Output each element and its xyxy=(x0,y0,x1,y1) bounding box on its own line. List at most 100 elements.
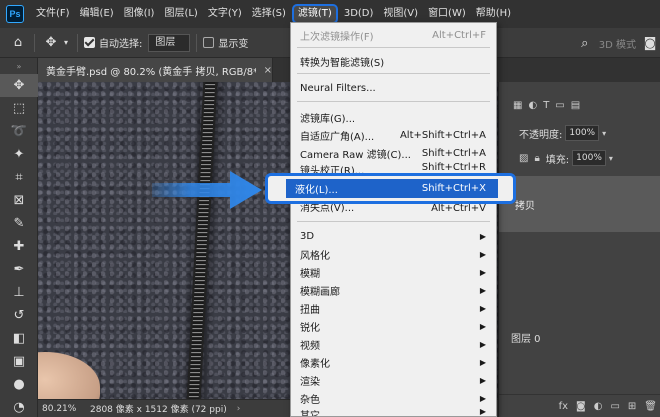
layer-row-copy[interactable]: 拷贝 xyxy=(499,176,660,232)
menu-file[interactable]: 文件(F) xyxy=(32,4,74,24)
fill-label: 填充: xyxy=(545,154,570,166)
layers-panel-footer: fx ◙ ◐ ▭ ⊞ 🗑︎ xyxy=(499,394,660,417)
menu-view[interactable]: 视图(V) xyxy=(379,4,422,24)
auto-select-checkbox[interactable] xyxy=(84,37,95,48)
menu-help[interactable]: 帮助(H) xyxy=(472,4,515,24)
magic-wand-tool-icon[interactable]: ✦ xyxy=(0,143,38,166)
zoom-level[interactable]: 80.21% xyxy=(42,404,84,414)
opacity-row: 不透明度: 100% ▾ xyxy=(499,125,660,141)
menu-3d[interactable]: 3D(D) xyxy=(340,4,378,24)
submenu-arrow-icon: ▶ xyxy=(479,249,486,259)
blur-tool-icon[interactable]: ● xyxy=(0,373,38,396)
auto-select-dropdown[interactable]: 图层 xyxy=(148,33,191,52)
stamp-tool-icon[interactable]: ⊥ xyxy=(0,281,38,304)
type-filter-icon[interactable]: T xyxy=(543,100,549,111)
menu-divider xyxy=(297,73,490,74)
fill-row: ▨ 🔒︎ 填充: 100% ▾ xyxy=(499,150,660,166)
adjustment-layer-icon[interactable]: ◐ xyxy=(594,401,603,412)
menu-item-blur-gallery[interactable]: 模糊画廊 ▶ xyxy=(291,281,496,299)
home-icon[interactable]: ⌂ xyxy=(8,35,28,50)
smart-object-filter-icon[interactable]: ▤ xyxy=(571,100,580,111)
menu-item-filter-gallery[interactable]: 滤镜库(G)... xyxy=(291,108,496,126)
menu-item-stylize[interactable]: 风格化 ▶ xyxy=(291,245,496,263)
layer-name-background[interactable]: 图层 0 xyxy=(511,330,541,345)
new-layer-icon[interactable]: ⊞ xyxy=(628,401,636,412)
menu-item-render[interactable]: 渲染 ▶ xyxy=(291,371,496,389)
layers-panel: ▦ ◐ T ▭ ▤ 不透明度: 100% ▾ ▨ 🔒︎ 填充: 100% ▾ 拷… xyxy=(498,82,660,417)
fill-input[interactable]: 100% xyxy=(572,150,606,166)
menu-item-video[interactable]: 视频 ▶ xyxy=(291,335,496,353)
options-divider xyxy=(196,33,198,52)
options-divider xyxy=(77,33,78,52)
submenu-arrow-icon: ▶ xyxy=(479,267,486,277)
document-info: 2808 像素 x 1512 像素 (72 ppi) xyxy=(90,405,227,415)
menu-select[interactable]: 选择(S) xyxy=(248,4,290,24)
menu-item-convert-smart-filter[interactable]: 转换为智能滤镜(S) xyxy=(291,52,496,70)
close-icon[interactable]: × xyxy=(264,65,272,76)
fx-icon[interactable]: fx xyxy=(559,401,568,412)
menu-item-noise[interactable]: 杂色 ▶ xyxy=(291,389,496,407)
menu-image[interactable]: 图像(I) xyxy=(120,4,159,24)
video-camera-icon[interactable]: ◙ xyxy=(640,36,660,51)
menu-item-shortcut: Shift+Ctrl+X xyxy=(421,183,486,194)
submenu-arrow-icon: ▶ xyxy=(479,231,486,241)
menu-item-camera-raw[interactable]: Camera Raw 滤镜(C)... Shift+Ctrl+A xyxy=(291,144,496,162)
marquee-tool-icon[interactable]: ⬚ xyxy=(0,97,38,120)
menu-item-last-filter[interactable]: 上次滤镜操作(F) Alt+Ctrl+F xyxy=(291,26,496,44)
menu-item-3d[interactable]: 3D ▶ xyxy=(291,227,496,245)
menu-item-blur[interactable]: 模糊 ▶ xyxy=(291,263,496,281)
move-tool-icon[interactable]: ✥ xyxy=(0,74,38,97)
menu-item-label: 视频 xyxy=(300,340,320,352)
menu-item-sharpen[interactable]: 锐化 ▶ xyxy=(291,317,496,335)
menu-edit[interactable]: 编辑(E) xyxy=(76,4,118,24)
menu-item-other[interactable]: 其它 ▶ xyxy=(291,407,496,416)
layers-filter-row: ▦ ◐ T ▭ ▤ xyxy=(499,100,660,111)
opacity-input[interactable]: 100% xyxy=(565,125,600,141)
gradient-tool-icon[interactable]: ▣ xyxy=(0,350,38,373)
menu-item-pixelate[interactable]: 像素化 ▶ xyxy=(291,353,496,371)
3d-mode-label[interactable]: 3D 模式 xyxy=(599,36,636,51)
tools-panel: » ✥ ⬚ ➰ ✦ ⌗ ⊠ ✎ ✚ ✒ ⊥ ↺ ◧ ▣ ● ◔ xyxy=(0,58,38,417)
menu-item-liquify[interactable]: 液化(L)... Shift+Ctrl+X xyxy=(286,179,498,198)
menu-layer[interactable]: 图层(L) xyxy=(160,4,201,24)
menu-item-distort[interactable]: 扭曲 ▶ xyxy=(291,299,496,317)
chevron-right-icon[interactable]: › xyxy=(237,404,241,414)
auto-select-label: 自动选择: xyxy=(99,39,143,50)
brush-tool-icon[interactable]: ✒ xyxy=(0,258,38,281)
search-icon[interactable]: ⌕ xyxy=(575,36,595,51)
mask-icon[interactable]: ◙ xyxy=(576,401,586,412)
chevron-down-icon[interactable]: ▾ xyxy=(609,154,613,163)
eyedropper-tool-icon[interactable]: ✎ xyxy=(0,212,38,235)
history-brush-tool-icon[interactable]: ↺ xyxy=(0,304,38,327)
frame-tool-icon[interactable]: ⊠ xyxy=(0,189,38,212)
menu-window[interactable]: 窗口(W) xyxy=(424,4,470,24)
show-transform-checkbox[interactable] xyxy=(203,37,215,48)
move-tool-icon[interactable]: ✥ xyxy=(41,35,61,50)
lock-all-icon[interactable]: 🔒︎ xyxy=(534,153,539,164)
trash-icon[interactable]: 🗑︎ xyxy=(644,401,657,412)
finger-image xyxy=(38,352,100,399)
image-filter-icon[interactable]: ▦ xyxy=(513,100,522,111)
menu-item-label: Camera Raw 滤镜(C)... xyxy=(300,149,411,161)
chevron-down-icon[interactable]: ▾ xyxy=(61,38,71,47)
crop-tool-icon[interactable]: ⌗ xyxy=(0,166,38,189)
collapse-icon[interactable]: » xyxy=(0,58,38,74)
document-tab-title: 黄金手臂.psd @ 80.2% (黄金手 拷贝, RGB/8*) * xyxy=(46,66,256,78)
document-tab[interactable]: 黄金手臂.psd @ 80.2% (黄金手 拷贝, RGB/8*) * × xyxy=(38,58,273,82)
eraser-tool-icon[interactable]: ◧ xyxy=(0,327,38,350)
lasso-tool-icon[interactable]: ➰ xyxy=(0,120,38,143)
shape-filter-icon[interactable]: ▭ xyxy=(555,100,564,111)
menu-type[interactable]: 文字(Y) xyxy=(204,4,246,24)
menu-item-label: 3D xyxy=(300,230,315,242)
lock-pixels-icon[interactable]: ▨ xyxy=(519,153,528,164)
menu-item-label: 模糊 xyxy=(300,268,320,280)
adjustment-filter-icon[interactable]: ◐ xyxy=(528,100,537,111)
chevron-down-icon[interactable]: ▾ xyxy=(602,129,606,138)
menu-item-neural-filters[interactable]: Neural Filters... xyxy=(291,79,496,97)
dodge-tool-icon[interactable]: ◔ xyxy=(0,396,38,417)
menu-item-adaptive-wide-angle[interactable]: 自适应广角(A)... Alt+Shift+Ctrl+A xyxy=(291,126,496,144)
folder-icon[interactable]: ▭ xyxy=(610,401,619,412)
menu-item-shortcut: Shift+Ctrl+R xyxy=(421,162,486,173)
healing-brush-tool-icon[interactable]: ✚ xyxy=(0,235,38,258)
menu-filter[interactable]: 滤镜(T) xyxy=(291,4,338,24)
